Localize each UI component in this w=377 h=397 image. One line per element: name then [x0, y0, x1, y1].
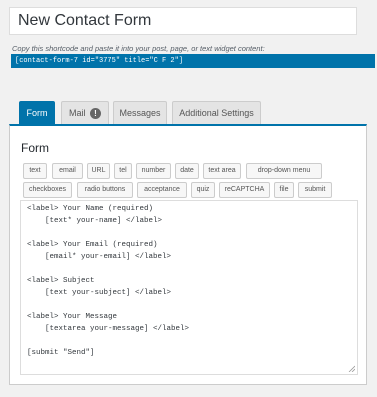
tab-mail-label: Mail [68, 108, 86, 118]
editor-line: [text your-subject] </label> [27, 289, 172, 297]
tag-button-submit[interactable]: submit [298, 182, 332, 198]
tab-additional-settings[interactable]: Additional Settings [172, 101, 261, 124]
warning-icon: ! [90, 108, 102, 120]
editor-line: [text* your-name] </label> [27, 217, 163, 225]
editor-line: <label> Your Email (required) [27, 241, 158, 249]
tag-button-radio-buttons[interactable]: radio buttons [77, 182, 133, 198]
tag-button-acceptance[interactable]: acceptance [137, 182, 187, 198]
tab-messages[interactable]: Messages [113, 101, 167, 124]
tag-button-drop-down-menu[interactable]: drop-down menu [246, 163, 322, 179]
shortcode-hint: Copy this shortcode and paste it into yo… [12, 44, 265, 53]
shortcode-field[interactable]: [contact-form-7 id="3775" title="C F 2"] [11, 54, 375, 68]
editor-line: [submit "Send"] [27, 349, 95, 357]
tag-button-tel[interactable]: tel [114, 163, 132, 179]
editor-line: [textarea your-message] </label> [27, 325, 190, 333]
editor-line: <label> Your Message [27, 313, 118, 321]
tag-button-email[interactable]: email [52, 163, 83, 179]
form-template-editor[interactable]: <label> Your Name (required) [text* your… [20, 200, 358, 375]
editor-line: <label> Your Name (required) [27, 205, 154, 213]
editor-line: <label> Subject [27, 277, 95, 285]
tag-button-file[interactable]: file [274, 182, 294, 198]
resize-grip-icon[interactable] [347, 364, 355, 372]
tag-button-date[interactable]: date [175, 163, 199, 179]
tag-button-number[interactable]: number [136, 163, 171, 179]
tag-button-checkboxes[interactable]: checkboxes [23, 182, 72, 198]
tag-button-url[interactable]: URL [87, 163, 110, 179]
editor-line: [email* your-email] </label> [27, 253, 172, 261]
tag-button-text[interactable]: text [23, 163, 47, 179]
form-title-input[interactable]: New Contact Form [9, 7, 357, 35]
tag-button-text-area[interactable]: text area [203, 163, 241, 179]
tag-button-quiz[interactable]: quiz [191, 182, 215, 198]
form-panel: Form text email URL tel number date text… [9, 124, 367, 385]
tab-form[interactable]: Form [19, 101, 55, 126]
tab-mail[interactable]: Mail ! [61, 101, 109, 124]
panel-title: Form [21, 141, 49, 155]
tag-button-recaptcha[interactable]: reCAPTCHA [219, 182, 270, 198]
